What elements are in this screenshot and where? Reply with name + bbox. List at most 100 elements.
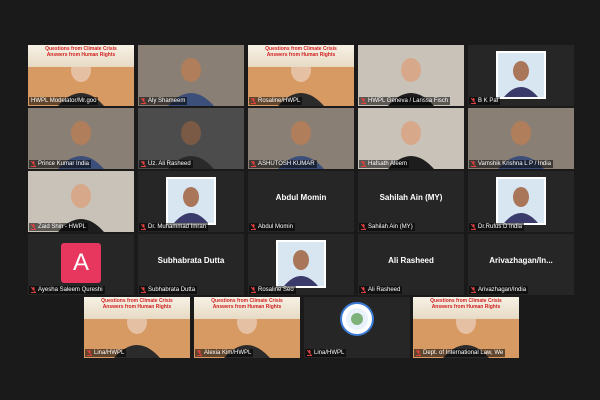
participant-name-label: Vamshik Krishna L P / India bbox=[469, 160, 553, 168]
participant-display-name: Arivazhagan/In... bbox=[489, 256, 553, 265]
participant-display-name: Ali Rasheed bbox=[388, 256, 434, 265]
mic-muted-icon bbox=[141, 98, 146, 104]
participant-name-label: Arivazhagan/India bbox=[469, 286, 529, 294]
mic-muted-icon bbox=[471, 161, 476, 167]
participant-name-label: Ayesha Saleem Qureshi bbox=[29, 286, 105, 294]
participant-name: Arivazhagan/India bbox=[478, 287, 527, 293]
participant-name: Vamshik Krishna L P / India bbox=[478, 161, 551, 167]
participant-name: Ayesha Saleem Qureshi bbox=[38, 287, 103, 293]
participant-display-name: Sahilah Ain (MY) bbox=[379, 193, 443, 202]
mic-muted-icon bbox=[141, 224, 146, 230]
participant-tile[interactable]: Questions from Climate Crisis Answers fro… bbox=[248, 45, 354, 106]
participant-name: Sahilah Ain (MY) bbox=[368, 224, 413, 230]
avatar: A bbox=[61, 243, 101, 283]
mic-muted-icon bbox=[141, 161, 146, 167]
participant-tile[interactable]: Hafsath Aleem bbox=[358, 108, 464, 169]
participant-name: ASHUTOSH KUMAR bbox=[258, 161, 315, 167]
participant-name: HWPL Geneva / Larissa Fisch bbox=[368, 98, 449, 104]
participant-tile[interactable]: Questions from Climate Crisis Answers fro… bbox=[194, 297, 300, 358]
participant-tile[interactable]: ASHUTOSH KUMAR bbox=[248, 108, 354, 169]
participant-tile[interactable]: Subhabrata Dutta Subhabrata Dutta bbox=[138, 234, 244, 295]
profile-photo bbox=[496, 51, 546, 99]
event-banner: Questions from Climate Crisis Answers fro… bbox=[248, 45, 354, 67]
participant-tile[interactable]: Dr. Muhammad Imran bbox=[138, 171, 244, 232]
participant-name-label: Abdul Momin bbox=[249, 223, 296, 231]
participant-display-name: Subhabrata Dutta bbox=[157, 256, 225, 265]
participant-tile[interactable]: A Ayesha Saleem Qureshi bbox=[28, 234, 134, 295]
participant-name: Rosaline/HWPL bbox=[258, 98, 301, 104]
participant-name: Subhabrata Dutta bbox=[148, 287, 196, 293]
banner-subtitle: Answers from Human Rights bbox=[46, 52, 116, 58]
participant-name-label: B K Pal bbox=[469, 97, 501, 105]
event-banner: Questions from Climate Crisis Answers fro… bbox=[194, 297, 300, 319]
participant-tile[interactable]: Arivazhagan/In... Arivazhagan/India bbox=[468, 234, 574, 295]
participant-name-label: Dr.Rufus D India bbox=[469, 223, 525, 231]
participant-name-label: Subhabrata Dutta bbox=[139, 286, 198, 294]
participant-tile[interactable]: HWPL Geneva / Larissa Fisch bbox=[358, 45, 464, 106]
participant-name: Abdul Momin bbox=[258, 224, 294, 230]
mic-muted-icon bbox=[197, 350, 202, 356]
banner-subtitle: Answers from Human Rights bbox=[431, 304, 501, 310]
participant-tile[interactable]: Dr.Rufus D India bbox=[468, 171, 574, 232]
mic-muted-icon bbox=[416, 350, 421, 356]
participant-name-label: HWPL Geneva / Larissa Fisch bbox=[359, 97, 451, 105]
participant-tile[interactable]: Questions from Climate Crisis Answers fro… bbox=[84, 297, 190, 358]
participant-tile[interactable]: Aly Shameem bbox=[138, 45, 244, 106]
mic-muted-icon bbox=[361, 287, 366, 293]
participant-name: Uz. Ali Rasheed bbox=[148, 161, 191, 167]
participant-name: Alexia Kim/HWPL bbox=[204, 350, 252, 356]
mic-muted-icon bbox=[251, 98, 256, 104]
participant-tile[interactable]: Uz. Ali Rasheed bbox=[138, 108, 244, 169]
mic-muted-icon bbox=[471, 224, 476, 230]
participant-name: Rosaline Seo bbox=[258, 287, 294, 293]
mic-muted-icon bbox=[307, 350, 312, 356]
participant-tile[interactable]: Ali Rasheed Ali Rasheed bbox=[358, 234, 464, 295]
gallery-view: Questions from Climate Crisis Answers fro… bbox=[0, 0, 600, 400]
participant-tile[interactable]: Prince Kumar India bbox=[28, 108, 134, 169]
participant-name-label: Uz. Ali Rasheed bbox=[139, 160, 193, 168]
banner-subtitle: Answers from Human Rights bbox=[102, 304, 172, 310]
participant-name-label: HWPL Modelator/Mr.goo bbox=[29, 97, 99, 105]
participant-name: Hafsath Aleem bbox=[368, 161, 408, 167]
participant-name: Lina/HWPL bbox=[94, 350, 125, 356]
participant-name-label: Dept. of International Law, We bbox=[414, 349, 506, 357]
mic-muted-icon bbox=[361, 224, 366, 230]
participant-name-label: Lina/HWPL bbox=[305, 349, 347, 357]
mic-muted-icon bbox=[31, 224, 36, 230]
participant-name-label: Alexia Kim/HWPL bbox=[195, 349, 254, 357]
event-banner: Questions from Climate Crisis Answers fro… bbox=[84, 297, 190, 319]
participant-name-label: Hafsath Aleem bbox=[359, 160, 410, 168]
mic-muted-icon bbox=[361, 161, 366, 167]
participant-tile[interactable]: Abdul Momin Abdul Momin bbox=[248, 171, 354, 232]
participant-name: HWPL Modelator/Mr.goo bbox=[31, 98, 97, 104]
mic-muted-icon bbox=[87, 350, 92, 356]
participant-name-label: Zaid Shin - HWPL bbox=[29, 223, 89, 231]
banner-subtitle: Answers from Human Rights bbox=[212, 304, 282, 310]
mic-muted-icon bbox=[251, 224, 256, 230]
profile-photo bbox=[166, 177, 216, 225]
participant-name-label: ASHUTOSH KUMAR bbox=[249, 160, 317, 168]
participant-tile[interactable]: Zaid Shin - HWPL bbox=[28, 171, 134, 232]
participant-name: Dr.Rufus D India bbox=[478, 224, 523, 230]
mic-muted-icon bbox=[31, 287, 36, 293]
mic-muted-icon bbox=[361, 98, 366, 104]
participant-tile[interactable]: Questions from Climate Crisis Answers fro… bbox=[413, 297, 519, 358]
participant-name: Dept. of International Law, We bbox=[423, 350, 504, 356]
participant-tile[interactable]: Rosaline Seo bbox=[248, 234, 354, 295]
participant-tile[interactable]: Vamshik Krishna L P / India bbox=[468, 108, 574, 169]
mic-muted-icon bbox=[471, 98, 476, 104]
participant-tile[interactable]: Questions from Climate Crisis Answers fro… bbox=[28, 45, 134, 106]
participant-name-label: Rosaline/HWPL bbox=[249, 97, 303, 105]
participant-name: Lina/HWPL bbox=[314, 350, 345, 356]
mic-muted-icon bbox=[251, 287, 256, 293]
participant-tile[interactable]: Lina/HWPL bbox=[304, 297, 410, 358]
mic-muted-icon bbox=[141, 287, 146, 293]
participant-display-name: Abdul Momin bbox=[275, 193, 327, 202]
participant-name: Dr. Muhammad Imran bbox=[148, 224, 207, 230]
participant-name: Zaid Shin - HWPL bbox=[38, 224, 87, 230]
participant-tile[interactable]: B K Pal bbox=[468, 45, 574, 106]
participant-name-label: Rosaline Seo bbox=[249, 286, 296, 294]
participant-tile[interactable]: Sahilah Ain (MY) Sahilah Ain (MY) bbox=[358, 171, 464, 232]
org-logo-icon bbox=[340, 302, 374, 336]
profile-photo bbox=[276, 240, 326, 288]
